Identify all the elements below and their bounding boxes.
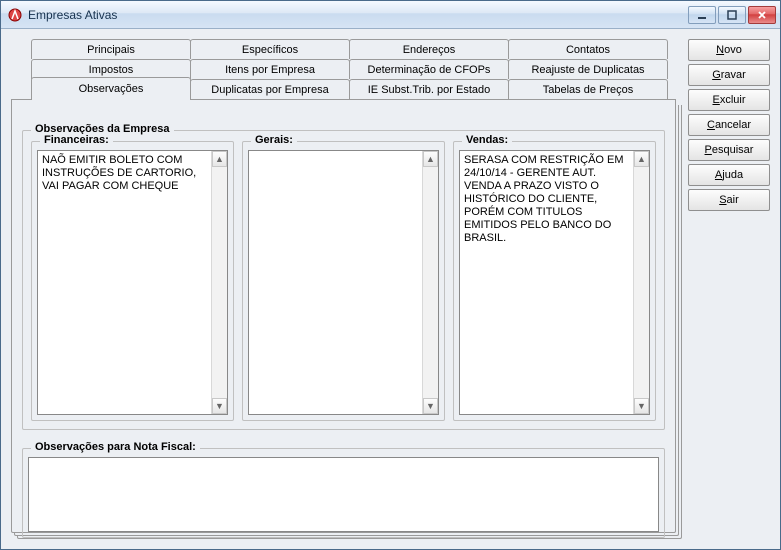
scroll-up-icon[interactable]: ▲ — [212, 151, 227, 167]
minimize-button[interactable] — [688, 6, 716, 24]
textarea-gerais[interactable] — [249, 151, 422, 414]
scroll-track[interactable] — [634, 167, 649, 398]
tab-row-3: Observações Duplicatas por Empresa IE Su… — [31, 79, 668, 99]
scrollbar-financeiras[interactable]: ▲ ▼ — [211, 151, 227, 414]
group-gerais: Gerais: ▲ ▼ — [242, 141, 445, 421]
maximize-button[interactable] — [718, 6, 746, 24]
scroll-down-icon[interactable]: ▼ — [423, 398, 438, 414]
textarea-vendas-wrap: SERASA COM RESTRIÇÃO EM 24/10/14 - GEREN… — [459, 150, 650, 415]
tab-headers: Principais Específicos Endereços Contato… — [31, 39, 668, 99]
tab-principais[interactable]: Principais — [31, 39, 191, 59]
label-vendas: Vendas: — [462, 134, 512, 146]
scroll-track[interactable] — [212, 167, 227, 398]
textarea-nota-fiscal[interactable] — [28, 457, 659, 532]
tab-determinacao-cfops[interactable]: Determinação de CFOPs — [349, 59, 509, 79]
group-obs-nf-label: Observações para Nota Fiscal: — [31, 441, 200, 453]
tab-ie-subst-trib[interactable]: IE Subst.Trib. por Estado — [349, 79, 509, 99]
tab-itens-por-empresa[interactable]: Itens por Empresa — [190, 59, 350, 79]
tab-tabelas-precos[interactable]: Tabelas de Preços — [508, 79, 668, 99]
scroll-track[interactable] — [423, 167, 438, 398]
textarea-vendas[interactable]: SERASA COM RESTRIÇÃO EM 24/10/14 - GEREN… — [460, 151, 633, 414]
scroll-down-icon[interactable]: ▼ — [634, 398, 649, 414]
window-controls — [688, 6, 776, 24]
sair-button[interactable]: Sair — [688, 189, 770, 211]
label-financeiras: Financeiras: — [40, 134, 113, 146]
scrollbar-vendas[interactable]: ▲ ▼ — [633, 151, 649, 414]
scroll-up-icon[interactable]: ▲ — [634, 151, 649, 167]
cancelar-button[interactable]: Cancelar — [688, 114, 770, 136]
scroll-down-icon[interactable]: ▼ — [212, 398, 227, 414]
window-frame: Empresas Ativas Principais Específicos E… — [0, 0, 781, 550]
tab-reajuste-duplicatas[interactable]: Reajuste de Duplicatas — [508, 59, 668, 79]
textarea-gerais-wrap: ▲ ▼ — [248, 150, 439, 415]
tab-content: Observações da Empresa Financeiras: NAÕ … — [11, 99, 676, 533]
tab-row-1: Principais Específicos Endereços Contato… — [31, 39, 668, 59]
scroll-up-icon[interactable]: ▲ — [423, 151, 438, 167]
window-title: Empresas Ativas — [28, 8, 688, 22]
textarea-financeiras-wrap: NAÕ EMITIR BOLETO COM INSTRUÇÕES DE CART… — [37, 150, 228, 415]
tab-especificos[interactable]: Específicos — [190, 39, 350, 59]
label-gerais: Gerais: — [251, 134, 297, 146]
group-vendas: Vendas: SERASA COM RESTRIÇÃO EM 24/10/14… — [453, 141, 656, 421]
tab-control: Principais Específicos Endereços Contato… — [11, 39, 682, 539]
gravar-button[interactable]: Gravar — [688, 64, 770, 86]
tab-row-2: Impostos Itens por Empresa Determinação … — [31, 59, 668, 79]
group-financeiras: Financeiras: NAÕ EMITIR BOLETO COM INSTR… — [31, 141, 234, 421]
group-obs-nota-fiscal: Observações para Nota Fiscal: — [22, 448, 665, 538]
group-obs-empresa: Observações da Empresa Financeiras: NAÕ … — [22, 130, 665, 430]
app-icon — [7, 7, 23, 23]
scrollbar-gerais[interactable]: ▲ ▼ — [422, 151, 438, 414]
textarea-financeiras[interactable]: NAÕ EMITIR BOLETO COM INSTRUÇÕES DE CART… — [38, 151, 211, 414]
excluir-button[interactable]: Excluir — [688, 89, 770, 111]
tab-duplicatas-por-empresa[interactable]: Duplicatas por Empresa — [190, 79, 350, 99]
novo-button[interactable]: Novo — [688, 39, 770, 61]
action-sidebar: Novo Gravar Excluir Cancelar Pesquisar A… — [688, 39, 770, 539]
pesquisar-button[interactable]: Pesquisar — [688, 139, 770, 161]
tab-observacoes[interactable]: Observações — [31, 77, 191, 99]
tab-impostos[interactable]: Impostos — [31, 59, 191, 79]
titlebar: Empresas Ativas — [1, 1, 780, 29]
tab-contatos[interactable]: Contatos — [508, 39, 668, 59]
observacoes-panel: Observações da Empresa Financeiras: NAÕ … — [22, 130, 665, 522]
client-area: Principais Específicos Endereços Contato… — [1, 29, 780, 549]
close-button[interactable] — [748, 6, 776, 24]
tab-enderecos[interactable]: Endereços — [349, 39, 509, 59]
ajuda-button[interactable]: Ajuda — [688, 164, 770, 186]
